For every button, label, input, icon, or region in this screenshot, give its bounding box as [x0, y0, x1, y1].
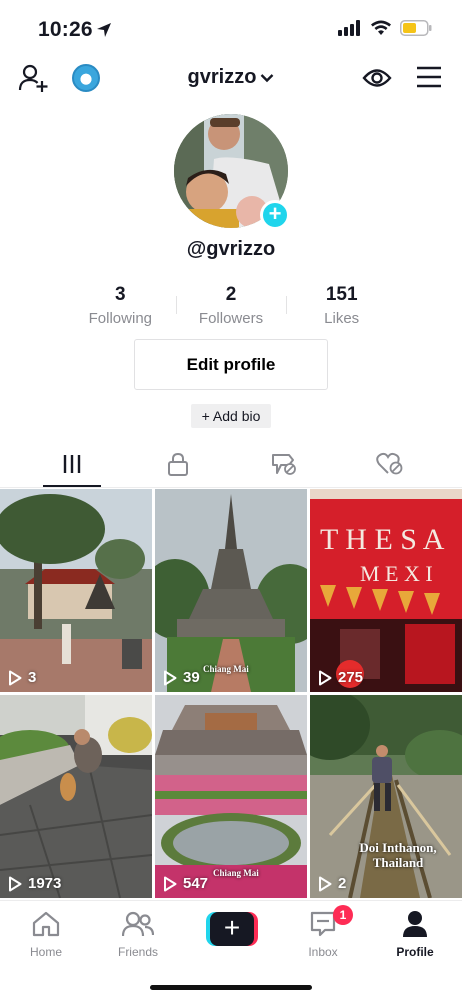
home-icon [32, 911, 60, 937]
view-count-label: 1973 [28, 875, 62, 892]
status-bar: 10:26 [0, 0, 462, 60]
stat-value: 2 [225, 284, 237, 305]
profile-icon [403, 911, 427, 937]
profile-stats: 3 Following 2 Followers 151 Likes [65, 284, 397, 330]
inbox-badge: 1 [333, 905, 353, 925]
stat-value: 151 [325, 284, 358, 305]
video-caption-overlay: Chiang Mai [213, 868, 259, 878]
plus-icon: + [210, 912, 254, 946]
add-bio-button[interactable]: + Add bio [191, 404, 271, 428]
thumbnail-image [155, 489, 307, 692]
status-time: 10:26 [38, 18, 93, 41]
nav-profile[interactable]: Profile [375, 909, 455, 959]
profile-handle: @gvrizzo [186, 238, 276, 260]
nav-inbox[interactable]: 1 Inbox [283, 905, 363, 959]
view-count: 2 [318, 875, 346, 892]
view-count-label: 275 [338, 669, 364, 686]
view-count-label: 547 [183, 875, 209, 892]
nav-label: Profile [396, 945, 434, 959]
eye-icon[interactable] [362, 64, 392, 92]
stat-value: 3 [115, 284, 126, 305]
view-count-label: 39 [183, 669, 200, 686]
thumbnail-image [0, 695, 152, 898]
play-icon [319, 876, 332, 891]
create-video-button[interactable]: + [206, 912, 258, 946]
video-grid: 3 Chiang Mai 39 T H E S A M E X I 275 19… [0, 489, 462, 899]
view-count: 39 [163, 669, 200, 686]
nav-label: Inbox [308, 945, 338, 959]
add-avatar-button[interactable]: + [260, 200, 290, 230]
video-thumbnail[interactable]: Chiang Mai 39 [155, 489, 307, 692]
view-count: 3 [8, 669, 36, 686]
tab-private[interactable] [158, 450, 198, 478]
view-count: 1973 [8, 875, 61, 892]
video-thumbnail[interactable]: T H E S A M E X I 275 [310, 489, 462, 692]
username-switcher[interactable]: gvrizzo [0, 66, 462, 89]
wifi-icon [371, 20, 391, 35]
video-thumbnail[interactable]: Doi Inthanon, Thailand 2 [310, 695, 462, 898]
stat-likes[interactable]: 151 Likes [286, 284, 397, 330]
battery-icon [400, 20, 432, 36]
nav-home[interactable]: Home [6, 909, 86, 959]
tab-favorites[interactable] [264, 450, 304, 478]
profile-header: gvrizzo [0, 58, 462, 102]
stat-label: Followers [198, 310, 264, 327]
video-thumbnail[interactable]: Chiang Mai 547 [155, 695, 307, 898]
video-thumbnail[interactable]: 3 [0, 489, 152, 692]
svg-text:T H E S A: T H E S A [320, 523, 445, 556]
header-username: gvrizzo [187, 66, 257, 88]
bookmark-hidden-icon [272, 454, 296, 475]
view-count-label: 2 [338, 875, 347, 892]
view-count-label: 3 [28, 669, 37, 686]
thumbnail-image: T H E S A M E X I [310, 489, 462, 692]
signal-icon [338, 20, 360, 36]
edit-profile-button[interactable]: Edit profile [134, 339, 328, 390]
video-thumbnail[interactable]: 1973 [0, 695, 152, 898]
lock-icon [168, 452, 188, 476]
svg-text:M E X I: M E X I [360, 561, 433, 586]
stat-followers[interactable]: 2 Followers [175, 284, 287, 330]
thumbnail-image [0, 489, 152, 692]
nav-label: Home [29, 945, 62, 959]
home-indicator [150, 985, 312, 990]
tab-videos[interactable] [52, 450, 92, 478]
status-icons [338, 20, 432, 36]
nav-label: Friends [117, 945, 158, 959]
heart-hidden-icon [376, 452, 403, 475]
content-tabs [0, 440, 462, 488]
chevron-down-icon [261, 73, 274, 82]
play-icon [9, 876, 22, 891]
video-caption-overlay: Chiang Mai [203, 664, 249, 674]
nav-friends[interactable]: Friends [98, 909, 178, 959]
friends-icon [122, 911, 154, 937]
video-caption-overlay: Doi Inthanon, Thailand [359, 840, 437, 870]
view-count: 547 [163, 875, 208, 892]
stat-label: Likes [324, 310, 360, 327]
play-icon [164, 876, 177, 891]
play-icon [9, 670, 22, 685]
stat-following[interactable]: 3 Following [65, 284, 176, 330]
view-count: 275 [318, 669, 363, 686]
grid-lines-icon [63, 455, 81, 473]
active-tab-indicator [43, 485, 101, 487]
menu-icon[interactable] [416, 66, 442, 88]
location-arrow-icon [97, 23, 111, 37]
tab-liked[interactable] [370, 450, 410, 478]
stat-label: Following [88, 310, 153, 327]
play-icon [164, 670, 177, 685]
play-icon [319, 670, 332, 685]
